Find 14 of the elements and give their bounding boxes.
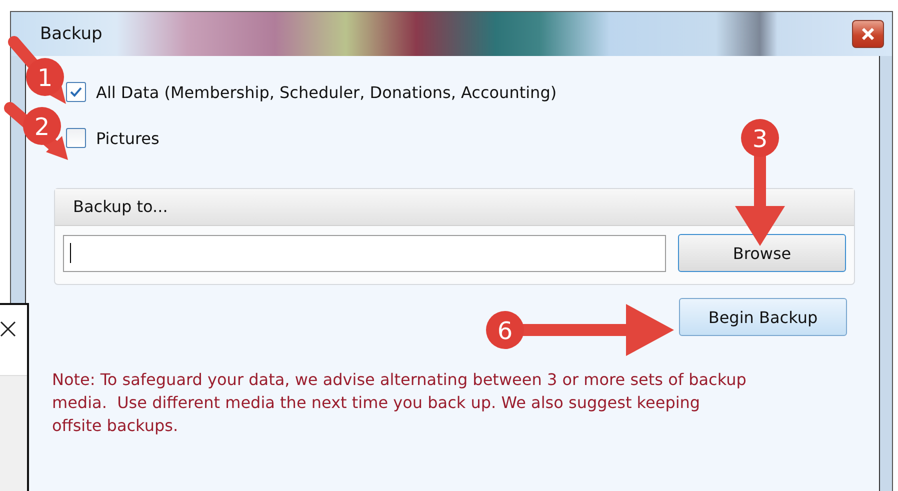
checkbox[interactable] (66, 128, 86, 148)
group-heading: Backup to... (55, 189, 854, 226)
check-icon (69, 86, 83, 98)
close-button[interactable] (852, 20, 884, 48)
note-text: Note: To safeguard your data, we advise alternating between 3 or more sets of backup media. Use different media the next time you back up. We also suggest keeping offsite backups. (52, 369, 748, 437)
text-cursor (70, 243, 71, 263)
browse-button[interactable]: Browse (678, 234, 846, 272)
checkbox[interactable] (66, 82, 86, 102)
close-icon[interactable] (0, 321, 16, 337)
checkbox-label[interactable]: All Data (Membership, Scheduler, Donations, Accounting) (96, 82, 557, 102)
begin-backup-button[interactable]: Begin Backup (679, 298, 847, 336)
input-field[interactable] (63, 234, 666, 272)
close-icon (861, 28, 875, 40)
checkbox-label[interactable]: Pictures (96, 128, 160, 148)
